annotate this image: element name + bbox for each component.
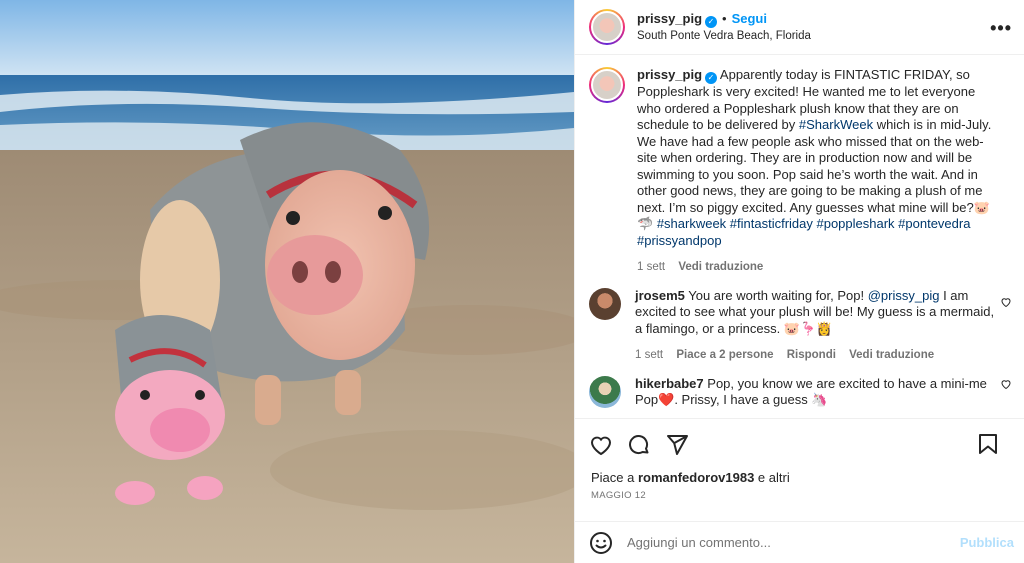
- caption-username[interactable]: prissy_pig: [637, 67, 702, 82]
- follow-button[interactable]: Segui: [732, 11, 767, 26]
- more-options-icon[interactable]: •••: [990, 18, 1012, 39]
- comment-composer: Aggiungi un commento... Pubblica: [575, 521, 1024, 563]
- commenter-avatar[interactable]: [589, 375, 621, 408]
- separator-dot: •: [722, 10, 727, 26]
- comment-item: jrosem5 You are worth waiting for, Pop! …: [589, 287, 1012, 364]
- post-panel: prissy_pig ✓ • Segui South Ponte Vedra Beac…: [574, 0, 1024, 563]
- mention-link[interactable]: @prissy_pig: [868, 288, 940, 303]
- location-link[interactable]: South Ponte Vedra Beach, Florida: [637, 28, 811, 44]
- bookmark-icon[interactable]: [976, 432, 1000, 456]
- verified-icon: ✓: [705, 15, 718, 28]
- likes-user[interactable]: romanfedorov1983: [638, 470, 754, 485]
- comment-time[interactable]: 1 sett: [635, 349, 663, 361]
- caption-time[interactable]: 1 sett: [637, 261, 665, 273]
- comment-username[interactable]: jrosem5: [635, 288, 685, 303]
- hashtag-link[interactable]: #SharkWeek: [799, 117, 873, 132]
- post-date[interactable]: MAGGIO 12: [575, 486, 1024, 501]
- publish-button[interactable]: Pubblica: [960, 535, 1014, 550]
- beach-pig-image: [0, 0, 574, 563]
- comment-icon[interactable]: [627, 433, 651, 457]
- verified-icon: ✓: [705, 72, 718, 84]
- caption-text-2: which is in mid-July. We have had a few …: [637, 117, 992, 231]
- reply-button[interactable]: Rispondi: [787, 349, 836, 361]
- comment-likes[interactable]: Piace a 2 persone: [676, 349, 773, 361]
- comment-like-icon[interactable]: [1000, 296, 1012, 308]
- translate-link[interactable]: Vedi traduzione: [849, 349, 934, 361]
- commenter-avatar[interactable]: [589, 287, 621, 320]
- post-photo[interactable]: [0, 0, 574, 563]
- comment-text-1: You are worth waiting for, Pop!: [684, 287, 868, 303]
- comment-username[interactable]: hikerbabe7: [635, 376, 704, 391]
- translate-link[interactable]: Vedi traduzione: [678, 261, 763, 273]
- emoji-icon[interactable]: [589, 531, 613, 555]
- post-header: prissy_pig ✓ • Segui South Ponte Vedra Beac…: [575, 0, 1024, 55]
- heart-icon[interactable]: [589, 433, 613, 457]
- caption: prissy_pig ✓ Apparently today is FINTASTI…: [589, 67, 1010, 276]
- likes-summary[interactable]: Piace a romanfedorov1983 e altri: [575, 470, 1024, 486]
- likes-suffix: e altri: [754, 470, 790, 485]
- author-username[interactable]: prissy_pig: [637, 11, 702, 26]
- comment-input[interactable]: Aggiungi un commento...: [627, 535, 771, 550]
- author-avatar[interactable]: [589, 9, 625, 45]
- send-icon[interactable]: [665, 433, 689, 457]
- caption-avatar[interactable]: [589, 67, 625, 103]
- likes-prefix: Piace a: [591, 470, 638, 485]
- comment-like-icon[interactable]: [1000, 378, 1012, 390]
- action-bar: [575, 418, 1024, 470]
- comment-item: hikerbabe7 Pop, you know we are excited …: [589, 375, 1012, 409]
- comments-list[interactable]: prissy_pig ✓ Apparently today is FINTASTI…: [575, 55, 1024, 418]
- hashtags-links[interactable]: #sharkweek #fintasticfriday #poppleshark…: [637, 216, 970, 248]
